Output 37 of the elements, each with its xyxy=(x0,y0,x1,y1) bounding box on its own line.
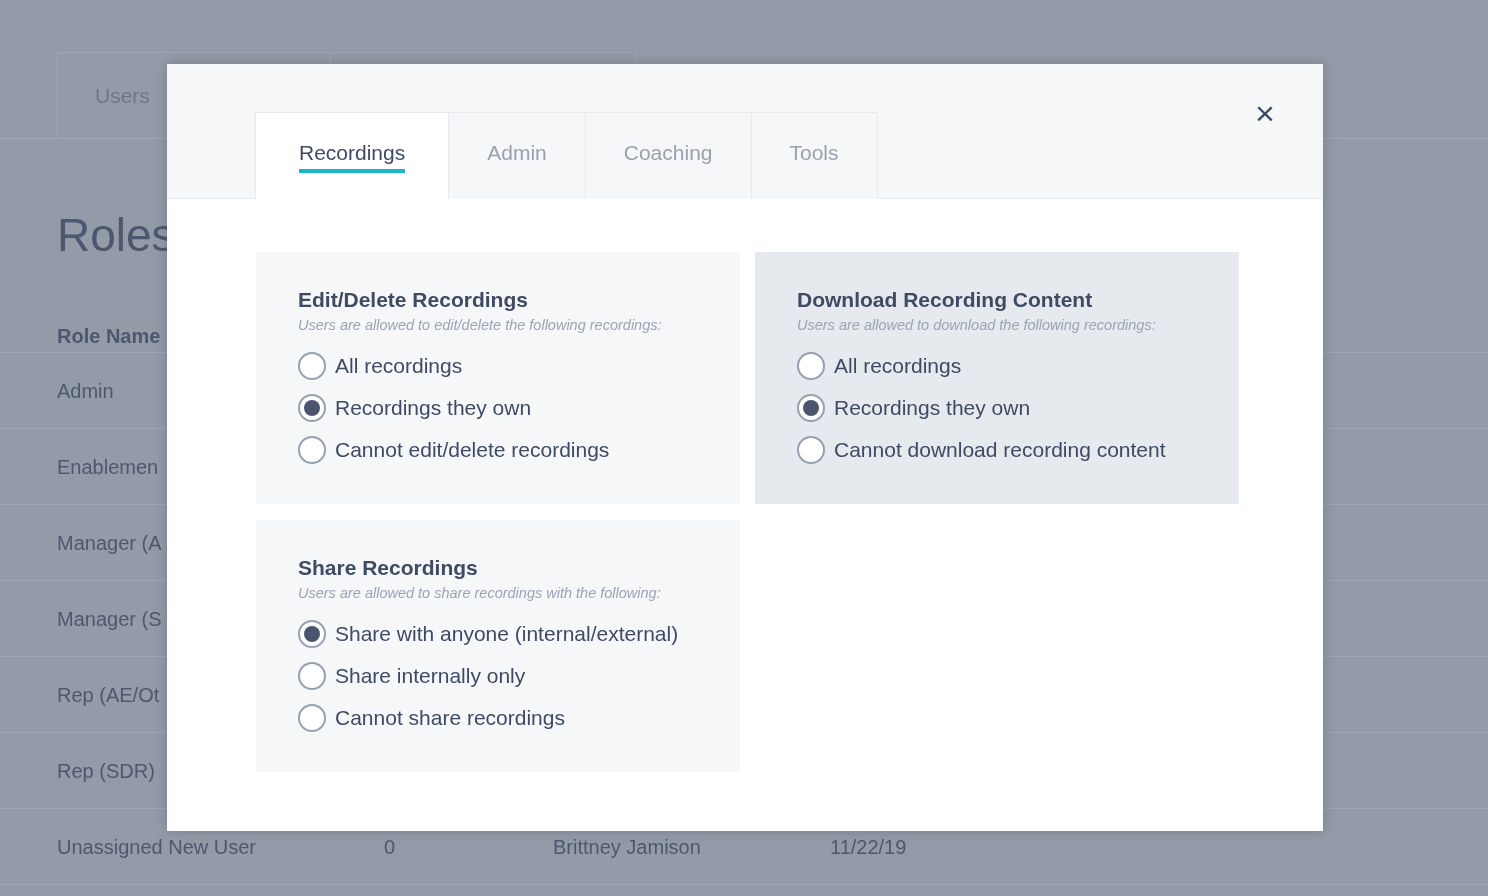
table-cell: Admin xyxy=(57,379,114,402)
table-cell: Unassigned New User xyxy=(57,835,256,858)
radio-option[interactable]: Share with anyone (internal/external) xyxy=(298,620,679,648)
table-cell: Manager (S xyxy=(57,607,162,630)
radio-option[interactable]: Cannot share recordings xyxy=(298,704,565,732)
radio-button[interactable] xyxy=(298,436,326,464)
table-cell: Rep (AE/Ot xyxy=(57,683,160,706)
table-cell: 0 xyxy=(384,835,396,858)
radio-button[interactable] xyxy=(298,662,326,690)
radio-option[interactable]: All recordings xyxy=(797,352,962,380)
table-cell: Brittney Jamison xyxy=(553,835,701,858)
radio-option[interactable]: Cannot edit/delete recordings xyxy=(298,436,610,464)
column-header: Role Name xyxy=(57,323,161,349)
radio-button[interactable] xyxy=(797,436,825,464)
card-title: Download Recording Content xyxy=(797,287,1094,313)
radio-button[interactable] xyxy=(797,394,825,422)
table-cell: Rep (SDR) xyxy=(57,759,155,782)
close-button[interactable]: × xyxy=(1252,98,1278,128)
card-title: Share Recordings xyxy=(298,555,479,581)
radio-button[interactable] xyxy=(298,620,326,648)
table-cell: Enablemen xyxy=(57,455,159,478)
radio-option[interactable]: Cannot download recording content xyxy=(797,436,1166,464)
radio-button[interactable] xyxy=(298,704,326,732)
card-title: Edit/Delete Recordings xyxy=(298,287,529,313)
radio-option[interactable]: Share internally only xyxy=(298,662,526,690)
radio-button[interactable] xyxy=(298,394,326,422)
radio-option[interactable]: All recordings xyxy=(298,352,463,380)
card-subtitle: Users are allowed to download the following recordings: xyxy=(797,316,1157,335)
table-cell: 11/22/19 xyxy=(830,835,907,858)
radio-option[interactable]: Recordings they own xyxy=(298,394,532,422)
tab[interactable]: Recordings xyxy=(255,112,450,199)
card-subtitle: Users are allowed to edit/delete the following recordings: xyxy=(298,316,663,335)
radio-button[interactable] xyxy=(298,352,326,380)
radio-option[interactable]: Recordings they own xyxy=(797,394,1031,422)
radio-button[interactable] xyxy=(797,352,825,380)
card-subtitle: Users are allowed to share recordings with the following: xyxy=(298,584,662,603)
table-cell: Manager (A xyxy=(57,531,162,554)
